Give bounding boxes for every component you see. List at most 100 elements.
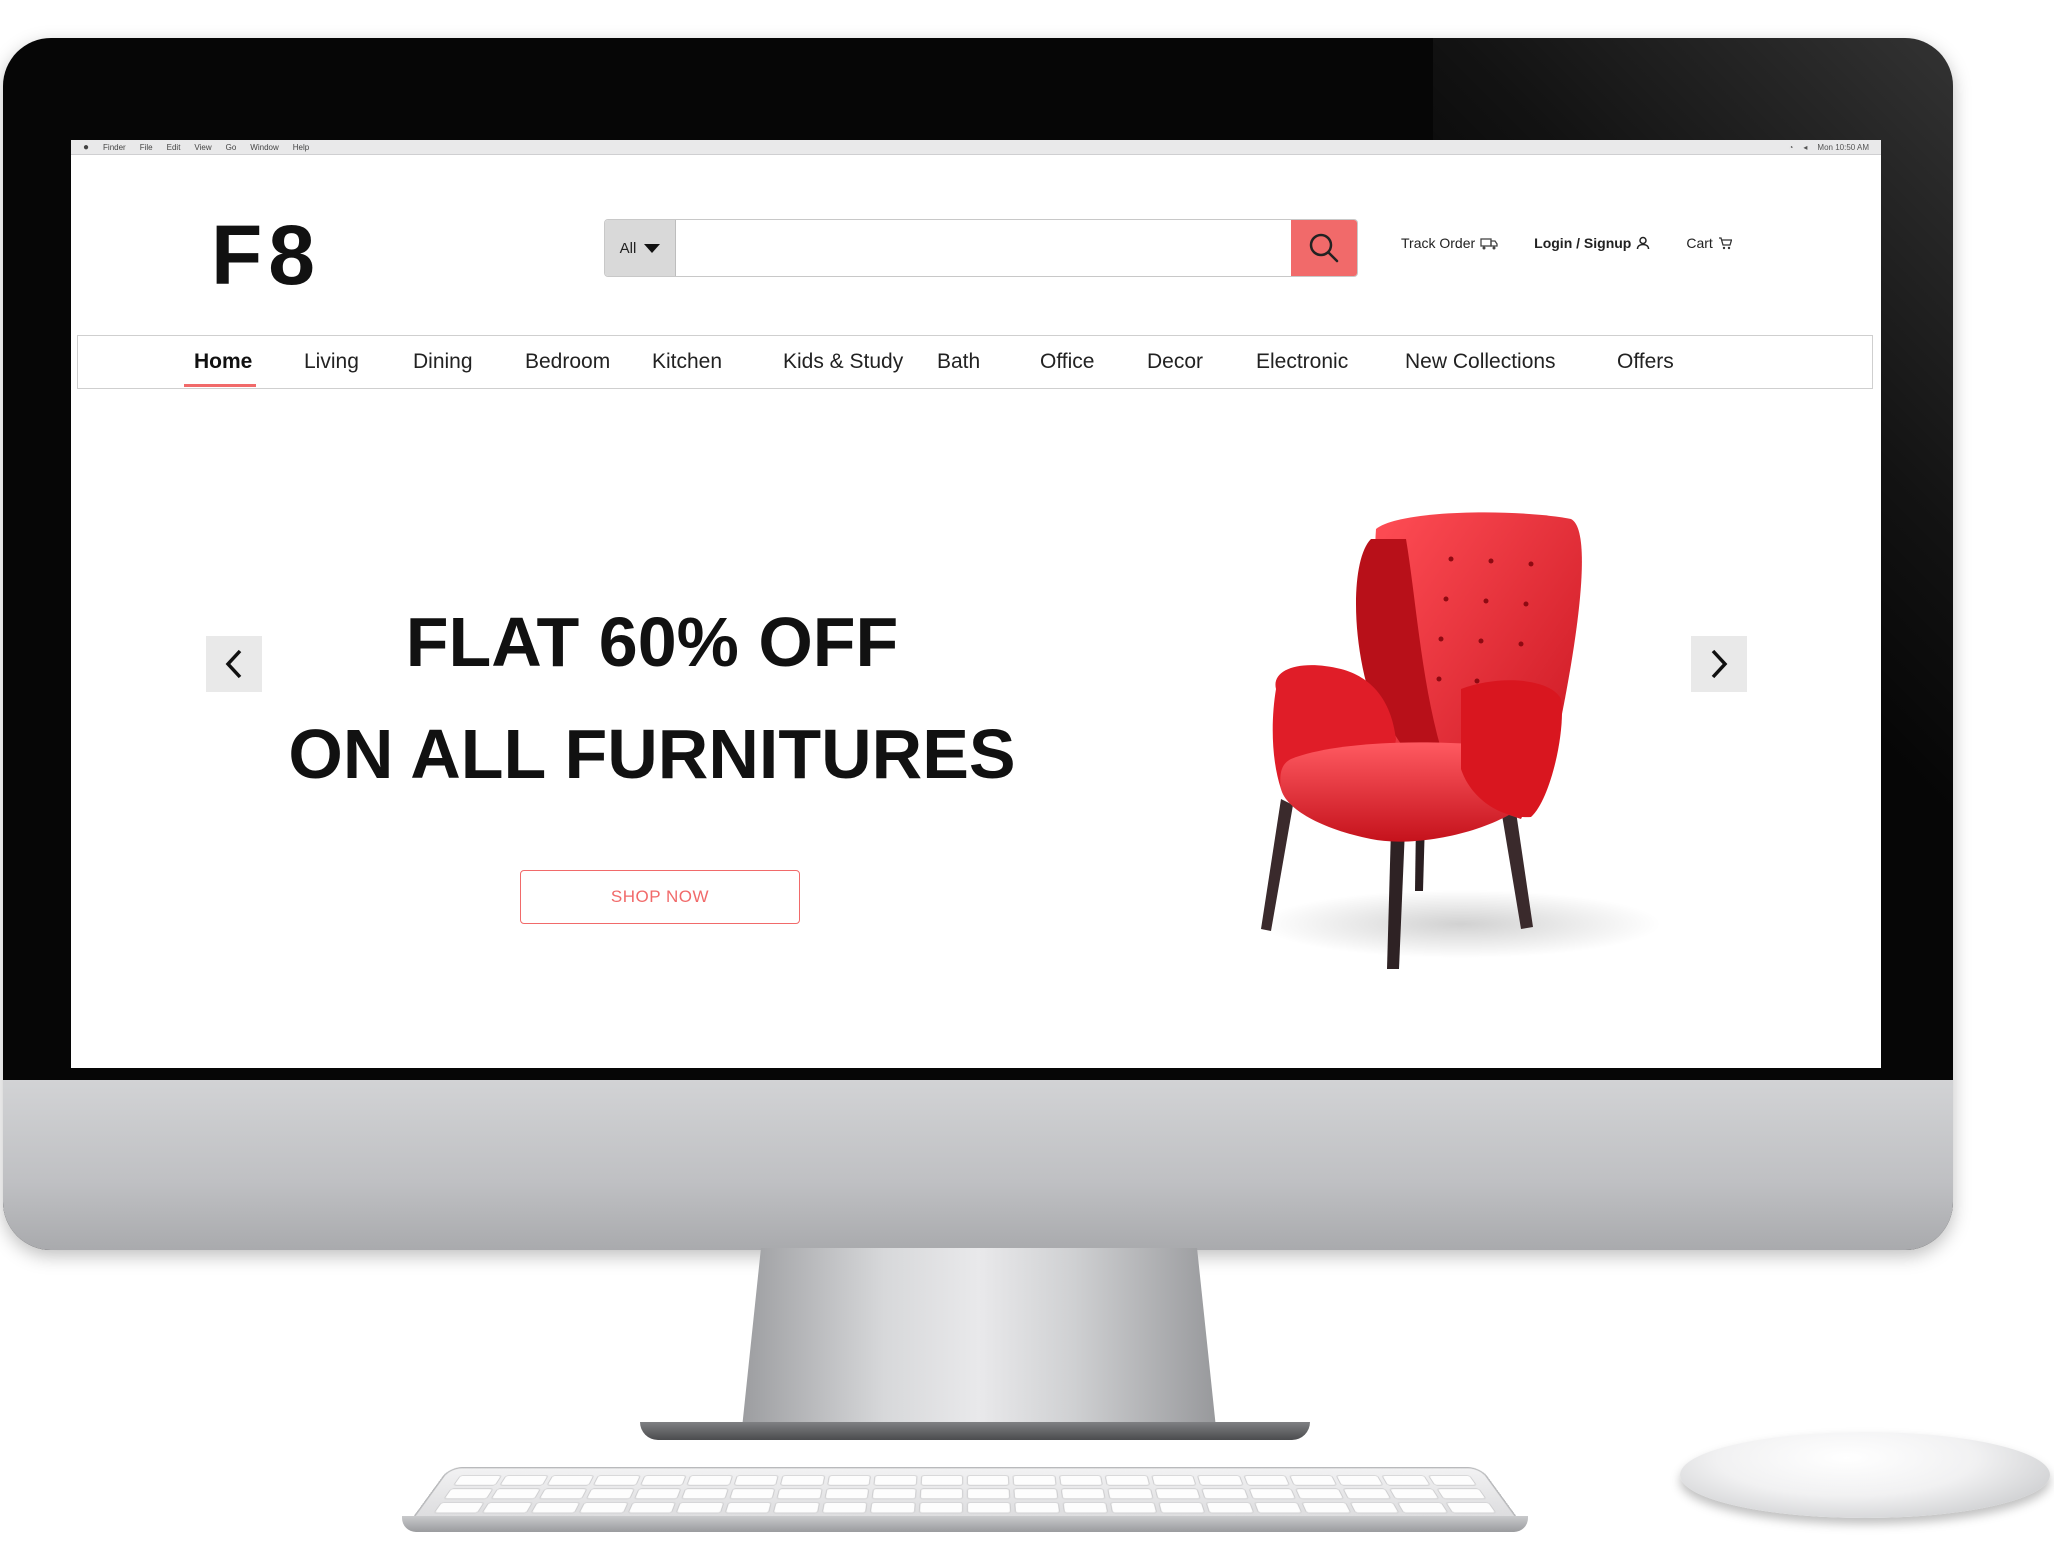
truck-icon xyxy=(1480,237,1498,249)
keyboard-key xyxy=(1301,1502,1352,1514)
keyboard-key xyxy=(452,1475,503,1486)
cart-link[interactable]: Cart xyxy=(1686,235,1732,251)
menubar-item-view[interactable]: View xyxy=(194,143,211,152)
keyboard-key xyxy=(681,1488,729,1500)
monitor-chin xyxy=(3,1080,1953,1250)
nav-item-decor[interactable]: Decor xyxy=(1147,350,1203,374)
keyboard-key xyxy=(686,1475,733,1486)
search-button[interactable] xyxy=(1291,220,1357,276)
keyboard-key xyxy=(633,1488,682,1500)
search-input[interactable] xyxy=(676,220,1291,276)
hero-headline-line1: FLAT 60% OFF xyxy=(405,603,899,681)
keyboard-key xyxy=(490,1488,541,1500)
menubar-item-help[interactable]: Help xyxy=(293,143,309,152)
login-signup-label: Login / Signup xyxy=(1534,235,1632,251)
nav-item-kitchen[interactable]: Kitchen xyxy=(652,350,722,374)
keyboard-key xyxy=(776,1488,823,1500)
keyboard-key xyxy=(918,1502,964,1514)
nav-item-bath[interactable]: Bath xyxy=(937,350,980,374)
cart-label: Cart xyxy=(1686,235,1713,251)
user-icon xyxy=(1637,236,1650,250)
keyboard-key xyxy=(1342,1488,1392,1500)
volume-icon[interactable]: ◂ xyxy=(1803,143,1807,152)
search-category-select[interactable]: All xyxy=(605,220,676,276)
nav-item-living[interactable]: Living xyxy=(304,350,359,374)
caret-down-icon xyxy=(644,243,661,253)
keyboard-key xyxy=(1389,1488,1440,1500)
keyboard-key xyxy=(546,1475,595,1486)
menubar-item-go[interactable]: Go xyxy=(226,143,237,152)
keyboard-key xyxy=(639,1475,687,1486)
os-menubar: ● Finder File Edit View Go Window Help ◔… xyxy=(71,140,1881,155)
nav-item-offers[interactable]: Offers xyxy=(1617,350,1674,374)
keyboard-key xyxy=(578,1502,629,1514)
keyboard-key xyxy=(1289,1475,1337,1486)
keyboard-key xyxy=(586,1488,635,1500)
keyboard-key xyxy=(1435,1488,1487,1500)
keyboard-key xyxy=(966,1502,1012,1514)
menubar-item-edit[interactable]: Edit xyxy=(167,143,181,152)
keyboard-key xyxy=(1335,1475,1384,1486)
keyboard-key xyxy=(1381,1475,1431,1486)
keyboard-key xyxy=(871,1488,917,1500)
menubar-clock[interactable]: Mon 10:50 AM xyxy=(1817,143,1869,152)
login-signup-link[interactable]: Login / Signup xyxy=(1534,235,1650,251)
keyboard-key xyxy=(966,1488,1011,1500)
keyboard-key xyxy=(530,1502,581,1514)
keyboard-key xyxy=(1058,1475,1104,1486)
keyboard-key xyxy=(1013,1488,1059,1500)
keyboard-key xyxy=(675,1502,725,1514)
apple-icon[interactable]: ● xyxy=(83,142,89,153)
cart-icon xyxy=(1718,236,1732,249)
hero-headline-line2: ON ALL FURNITURES xyxy=(288,715,1016,793)
nav-item-new-collections[interactable]: New Collections xyxy=(1405,350,1556,374)
keyboard-key xyxy=(1060,1488,1106,1500)
keyboard-key xyxy=(724,1502,772,1514)
nav-item-home[interactable]: Home xyxy=(194,350,252,374)
keyboard-key xyxy=(1197,1475,1244,1486)
keyboard-key xyxy=(772,1502,820,1514)
keyboard-key xyxy=(1154,1488,1202,1500)
carousel-next-button[interactable] xyxy=(1691,636,1747,692)
magic-mouse xyxy=(1680,1432,2050,1518)
search-bar: All xyxy=(604,219,1358,277)
nav-item-bedroom[interactable]: Bedroom xyxy=(525,350,610,374)
keyboard-key xyxy=(1295,1488,1344,1500)
keyboard-key xyxy=(1205,1502,1255,1514)
nav-item-office[interactable]: Office xyxy=(1040,350,1094,374)
keyboard-key xyxy=(779,1475,825,1486)
track-order-label: Track Order xyxy=(1401,235,1476,251)
chevron-right-icon xyxy=(1711,649,1728,679)
keyboard-key xyxy=(538,1488,588,1500)
brand-logo[interactable]: F8 xyxy=(211,213,321,297)
imac-monitor: ● Finder File Edit View Go Window Help ◔… xyxy=(3,38,1953,1250)
keyboard-key xyxy=(821,1502,868,1514)
monitor-stand-base xyxy=(640,1422,1310,1440)
menubar-item-file[interactable]: File xyxy=(140,143,153,152)
keyboard-key xyxy=(443,1488,495,1500)
search-icon xyxy=(1309,233,1339,263)
nav-item-electronic[interactable]: Electronic xyxy=(1256,350,1348,374)
shop-now-button[interactable]: SHOP NOW xyxy=(520,870,800,924)
red-armchair-image xyxy=(1261,512,1661,969)
hero-banner: FLAT 60% OFF ON ALL FURNITURES SHOP NOW xyxy=(71,374,1881,1068)
keyboard-key xyxy=(627,1502,677,1514)
nav-item-kids-study[interactable]: Kids & Study xyxy=(783,350,903,374)
keyboard-key xyxy=(1253,1502,1303,1514)
keyboard-key xyxy=(1151,1475,1197,1486)
menubar-item-finder[interactable]: Finder xyxy=(103,143,126,152)
menubar-item-window[interactable]: Window xyxy=(250,143,278,152)
nav-item-dining[interactable]: Dining xyxy=(413,350,473,374)
keyboard-key xyxy=(920,1475,964,1486)
keyboard-key xyxy=(919,1488,964,1500)
carousel-prev-button[interactable] xyxy=(206,636,262,692)
keyboard-key xyxy=(1201,1488,1249,1500)
wifi-icon[interactable]: ◔ xyxy=(1789,143,1794,152)
keyboard-key xyxy=(824,1488,870,1500)
keyboard-edge xyxy=(402,1516,1528,1532)
keyboard-key xyxy=(481,1502,533,1514)
keyboard-key xyxy=(966,1475,1010,1486)
keyboard-key xyxy=(1110,1502,1158,1514)
header-links: Track Order Login / Signup Cart xyxy=(1401,235,1732,251)
track-order-link[interactable]: Track Order xyxy=(1401,235,1498,251)
